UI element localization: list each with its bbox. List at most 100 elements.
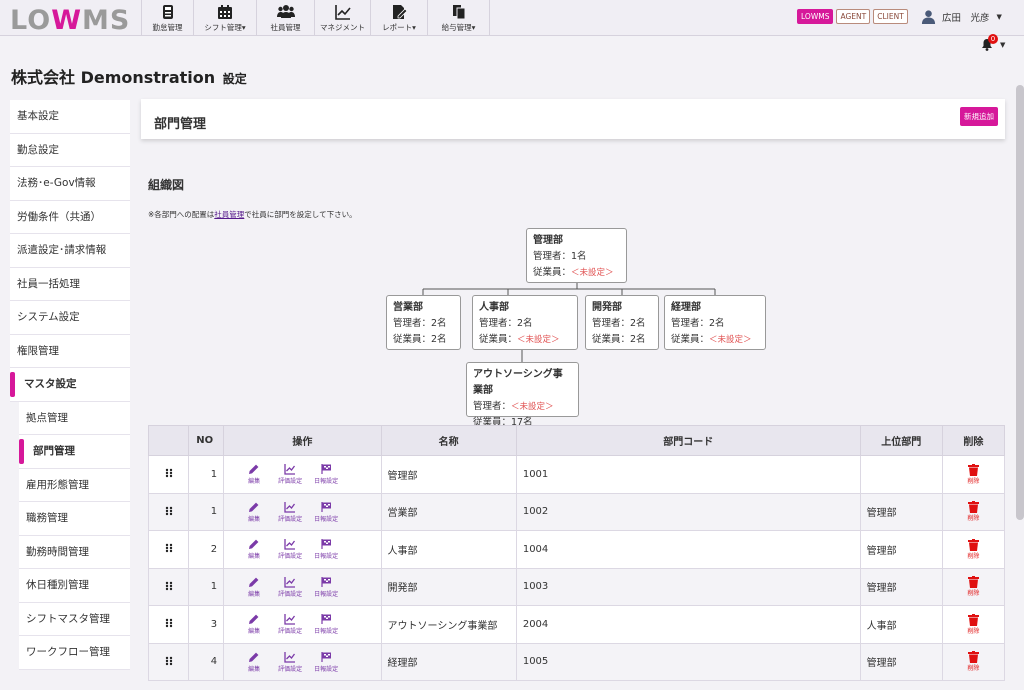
trash-icon (967, 651, 979, 664)
daily-report-settings-button[interactable]: 日報設定 (310, 613, 342, 635)
drag-handle-icon[interactable] (165, 581, 173, 591)
pencil-icon (249, 652, 259, 662)
drag-cell[interactable] (147, 605, 190, 644)
row-no: 3 (188, 605, 225, 644)
drag-handle-icon[interactable] (165, 468, 173, 478)
trash-icon (967, 538, 979, 551)
drag-handle-icon[interactable] (165, 618, 173, 628)
evaluation-settings-button[interactable]: 評価設定 (274, 613, 306, 635)
row-name: 開発部 (380, 567, 517, 606)
pencil-icon (249, 614, 259, 625)
scrollbar[interactable] (1016, 85, 1024, 520)
daily-report-settings-button[interactable]: 日報設定 (310, 651, 342, 673)
trash-icon (967, 576, 979, 589)
row-code: 1005 (515, 642, 861, 681)
evaluation-settings-button[interactable]: 評価設定 (274, 651, 306, 673)
flag-icon (321, 576, 332, 587)
org-node-outsourcing[interactable]: アウトソーシング事業部 管理者：＜未設定＞ 従業員：17名 (466, 362, 579, 428)
row-name: 管理部 (380, 455, 517, 494)
row-no: 4 (188, 642, 225, 681)
col-delete: 削除 (941, 425, 1006, 456)
row-actions: 編集 評価設定 日報設定 (223, 642, 382, 681)
row-parent (859, 455, 943, 494)
edit-button[interactable]: 編集 (238, 651, 270, 673)
row-name: 人事部 (380, 530, 517, 569)
delete-button[interactable]: 削除 (941, 605, 1006, 644)
daily-report-settings-button[interactable]: 日報設定 (310, 538, 342, 560)
org-node-hr[interactable]: 人事部 管理者：2名 従業員：＜未設定＞ (472, 295, 578, 350)
col-name: 名称 (380, 425, 517, 456)
evaluation-settings-button[interactable]: 評価設定 (274, 576, 306, 598)
drag-cell[interactable] (147, 642, 190, 681)
row-no: 1 (188, 567, 225, 606)
col-code: 部門コード (515, 425, 861, 456)
flag-icon (321, 464, 332, 475)
edit-button[interactable]: 編集 (238, 613, 270, 635)
edit-button[interactable]: 編集 (238, 463, 270, 485)
row-name: 経理部 (380, 642, 517, 681)
chart-line-icon (284, 464, 296, 475)
delete-button[interactable]: 削除 (941, 530, 1006, 569)
pencil-icon (249, 577, 259, 587)
evaluation-settings-button[interactable]: 評価設定 (274, 501, 306, 523)
daily-report-settings-button[interactable]: 日報設定 (310, 463, 342, 485)
daily-report-settings-button[interactable]: 日報設定 (310, 501, 342, 523)
row-parent: 管理部 (859, 492, 943, 531)
delete-button[interactable]: 削除 (941, 455, 1006, 494)
row-actions: 編集 評価設定 日報設定 (223, 530, 382, 569)
delete-button[interactable]: 削除 (941, 492, 1006, 531)
row-no: 2 (188, 530, 225, 569)
row-name: 営業部 (380, 492, 517, 531)
flag-icon (321, 651, 332, 662)
drag-handle-icon[interactable] (165, 506, 173, 516)
evaluation-settings-button[interactable]: 評価設定 (274, 538, 306, 560)
chart-line-icon (284, 539, 296, 550)
col-parent: 上位部門 (859, 425, 943, 456)
drag-cell[interactable] (147, 567, 190, 606)
drag-cell[interactable] (147, 455, 190, 494)
row-code: 1002 (515, 492, 861, 531)
trash-icon (967, 501, 979, 514)
table-row: 1 編集 評価設定 日報設定 開発部 1003 管理部 削除 (147, 567, 1006, 606)
table-row: 2 編集 評価設定 日報設定 人事部 1004 管理部 削除 (147, 530, 1006, 569)
daily-report-settings-button[interactable]: 日報設定 (310, 576, 342, 598)
delete-button[interactable]: 削除 (941, 642, 1006, 681)
delete-button[interactable]: 削除 (941, 567, 1006, 606)
drag-cell[interactable] (147, 492, 190, 531)
row-actions: 編集 評価設定 日報設定 (223, 567, 382, 606)
col-drag (147, 425, 190, 456)
row-name: アウトソーシング事業部 (380, 605, 517, 644)
col-no: NO (188, 425, 225, 456)
trash-icon (967, 463, 979, 476)
flag-icon (321, 501, 332, 512)
pencil-icon (249, 502, 259, 512)
row-code: 1004 (515, 530, 861, 569)
drag-handle-icon[interactable] (165, 656, 173, 666)
row-code: 1001 (515, 455, 861, 494)
table-row: 1 編集 評価設定 日報設定 営業部 1002 管理部 削除 (147, 492, 1006, 531)
trash-icon (967, 613, 979, 626)
org-node-accounting[interactable]: 経理部 管理者：2名 従業員：＜未設定＞ (664, 295, 766, 350)
pencil-icon (249, 464, 259, 475)
chart-line-icon (284, 576, 296, 588)
edit-button[interactable]: 編集 (238, 576, 270, 598)
drag-cell[interactable] (147, 530, 190, 569)
row-actions: 編集 評価設定 日報設定 (223, 455, 382, 494)
edit-button[interactable]: 編集 (238, 501, 270, 523)
drag-handle-icon[interactable] (165, 543, 173, 553)
chart-line-icon (284, 614, 296, 625)
chart-line-icon (284, 501, 296, 513)
row-parent: 管理部 (859, 530, 943, 569)
evaluation-settings-button[interactable]: 評価設定 (274, 463, 306, 485)
row-actions: 編集 評価設定 日報設定 (223, 492, 382, 531)
org-node-dev[interactable]: 開発部 管理者：2名 従業員：2名 (585, 295, 659, 350)
row-code: 2004 (515, 605, 861, 644)
flag-icon (321, 614, 332, 625)
table-row: 3 編集 評価設定 日報設定 アウトソーシング事業部 2004 人事部 削除 (147, 605, 1006, 644)
edit-button[interactable]: 編集 (238, 538, 270, 560)
table-row: 1 編集 評価設定 日報設定 管理部 1001 削除 (147, 455, 1006, 494)
col-actions: 操作 (223, 425, 382, 456)
org-node-sales[interactable]: 営業部 管理者：2名 従業員：2名 (386, 295, 461, 350)
org-node-admin[interactable]: 管理部 管理者：1名 従業員：＜未設定＞ (526, 228, 627, 283)
department-table: NO 操作 名称 部門コード 上位部門 削除 1 編集 評価設定 日報設定 管理部 100… (147, 425, 1006, 681)
